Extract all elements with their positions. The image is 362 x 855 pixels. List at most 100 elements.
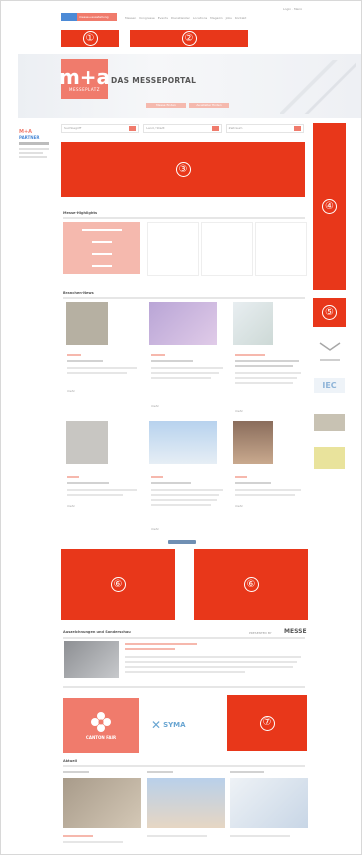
nav-item-dienstleister[interactable]: Dienstleister [171,16,190,22]
column-title [63,771,89,773]
hero-button-aussteller[interactable]: Aussteller finden [189,103,229,108]
hero-button-messe[interactable]: Messe finden [146,103,186,108]
section-divider [63,765,305,767]
partner-logo-canton-fair[interactable]: CANTON FAIR [63,698,139,753]
ad-slot-6-right[interactable]: ⑥ [194,549,308,620]
flower-icon [91,712,111,732]
site-logo[interactable]: messe+ausstellung [61,13,117,21]
aktuell-headline [63,835,93,837]
news-image[interactable] [66,302,108,345]
highlight-featured[interactable] [63,222,140,274]
news-more-link[interactable]: mehr [235,409,243,413]
section-title-highlights: Messe-Highlights [63,211,98,215]
hero-decoration [280,60,356,114]
news-excerpt [67,367,137,369]
news-image[interactable] [149,302,217,345]
logo-text: messe+ausstellung [79,15,109,19]
ad-number-badge: ⑦ [259,715,275,731]
news-image[interactable] [66,421,108,464]
teaser-text [125,661,297,663]
rail-logo-caption [320,359,340,361]
ad-slot-3[interactable]: ③ [61,142,305,197]
ad-slot-4[interactable]: ④ [313,123,346,290]
aktuell-image[interactable] [230,778,308,828]
search-go-icon[interactable] [129,126,137,131]
news-excerpt [151,489,223,491]
nav-item-magazin[interactable]: Magazin [210,16,222,22]
highlight-card[interactable] [201,222,253,276]
news-category [67,476,79,478]
presented-by-brand[interactable]: MESSE [284,628,307,635]
search-bar: Suchbegriff Land / Stadt Zeitraum [61,124,304,133]
news-title [67,360,103,362]
rail-logo-chevron[interactable] [317,339,343,361]
highlight-card[interactable] [147,222,199,276]
teaser-headline [125,648,175,650]
news-more-link[interactable]: mehr [67,504,75,508]
section-divider [63,686,305,688]
search-go-icon[interactable] [211,126,219,131]
pagination[interactable] [168,540,196,544]
news-excerpt [235,494,295,496]
news-category [151,476,163,478]
top-links[interactable]: Login · Menü [283,7,311,12]
aktuell-image[interactable] [147,778,225,828]
rail-logo-exc[interactable]: IEC [314,378,345,393]
chevron-logo-icon [319,342,341,351]
news-title [151,360,193,362]
news-image[interactable] [149,421,217,464]
news-category [151,354,165,356]
ad-number-badge: ④ [322,199,337,214]
news-more-link[interactable]: mehr [235,504,243,508]
ad-slot-6-left[interactable]: ⑥ [61,549,175,620]
nav-item-kontakt[interactable]: Kontakt [235,16,246,22]
sidebar-text [19,156,47,158]
ad-slot-2[interactable]: ② [130,30,248,47]
teaser-image[interactable] [64,641,119,678]
news-more-link[interactable]: mehr [151,527,159,531]
nav-item-jobs[interactable]: Jobs [226,16,232,22]
ad-number-badge: ③ [175,162,191,177]
partner-logo-syma[interactable]: ✕ SYMA [151,717,209,733]
rail-ad-image-2[interactable] [314,447,345,469]
nav-item-locations[interactable]: Locations [193,16,207,22]
ad-slot-5[interactable]: ⑤ [313,298,346,327]
search-field-date[interactable]: Zeitraum [225,124,304,133]
news-excerpt [151,504,211,506]
highlight-featured-line [91,253,112,255]
ad-number-badge: ① [82,31,98,46]
news-title [235,360,299,362]
teaser-text [125,666,293,668]
search-field-location[interactable]: Land / Stadt [143,124,222,133]
nav-item-events[interactable]: Events [158,16,168,22]
news-title [235,482,271,484]
ad-slot-1[interactable]: ① [61,30,119,47]
nav-item-kongresse[interactable]: Kongresse [139,16,154,22]
news-excerpt [235,489,301,491]
news-excerpt [67,494,123,496]
section-title-teaser: Auszeichnungen und Sonderschau [63,630,131,634]
news-excerpt [151,377,211,379]
ad-slot-7[interactable]: ⑦ [227,695,307,751]
news-excerpt [235,382,293,384]
search-field-keyword[interactable]: Suchbegriff [61,124,140,133]
nav-item-messen[interactable]: Messen [125,16,136,22]
hero-logo[interactable]: m+a MESSEPLATZ [58,59,111,99]
ad-number-badge: ⑥ [110,577,126,592]
search-go-icon[interactable] [293,126,301,131]
partner-logo-label: SYMA [163,721,186,729]
rail-ad-image-1[interactable] [314,414,345,431]
highlight-featured-line [81,229,122,231]
hero-logo-text: m+a [58,64,111,89]
partner-logo-label: CANTON FAIR [85,735,117,740]
news-image[interactable] [233,302,273,345]
news-excerpt [151,372,219,374]
news-more-link[interactable]: mehr [151,404,159,408]
news-image[interactable] [233,421,273,464]
ad-number-badge: ⑥ [243,577,259,592]
news-excerpt [235,377,297,379]
news-more-link[interactable]: mehr [67,389,75,393]
aktuell-image[interactable] [63,778,141,828]
news-category [235,354,265,356]
highlight-card[interactable] [255,222,307,276]
